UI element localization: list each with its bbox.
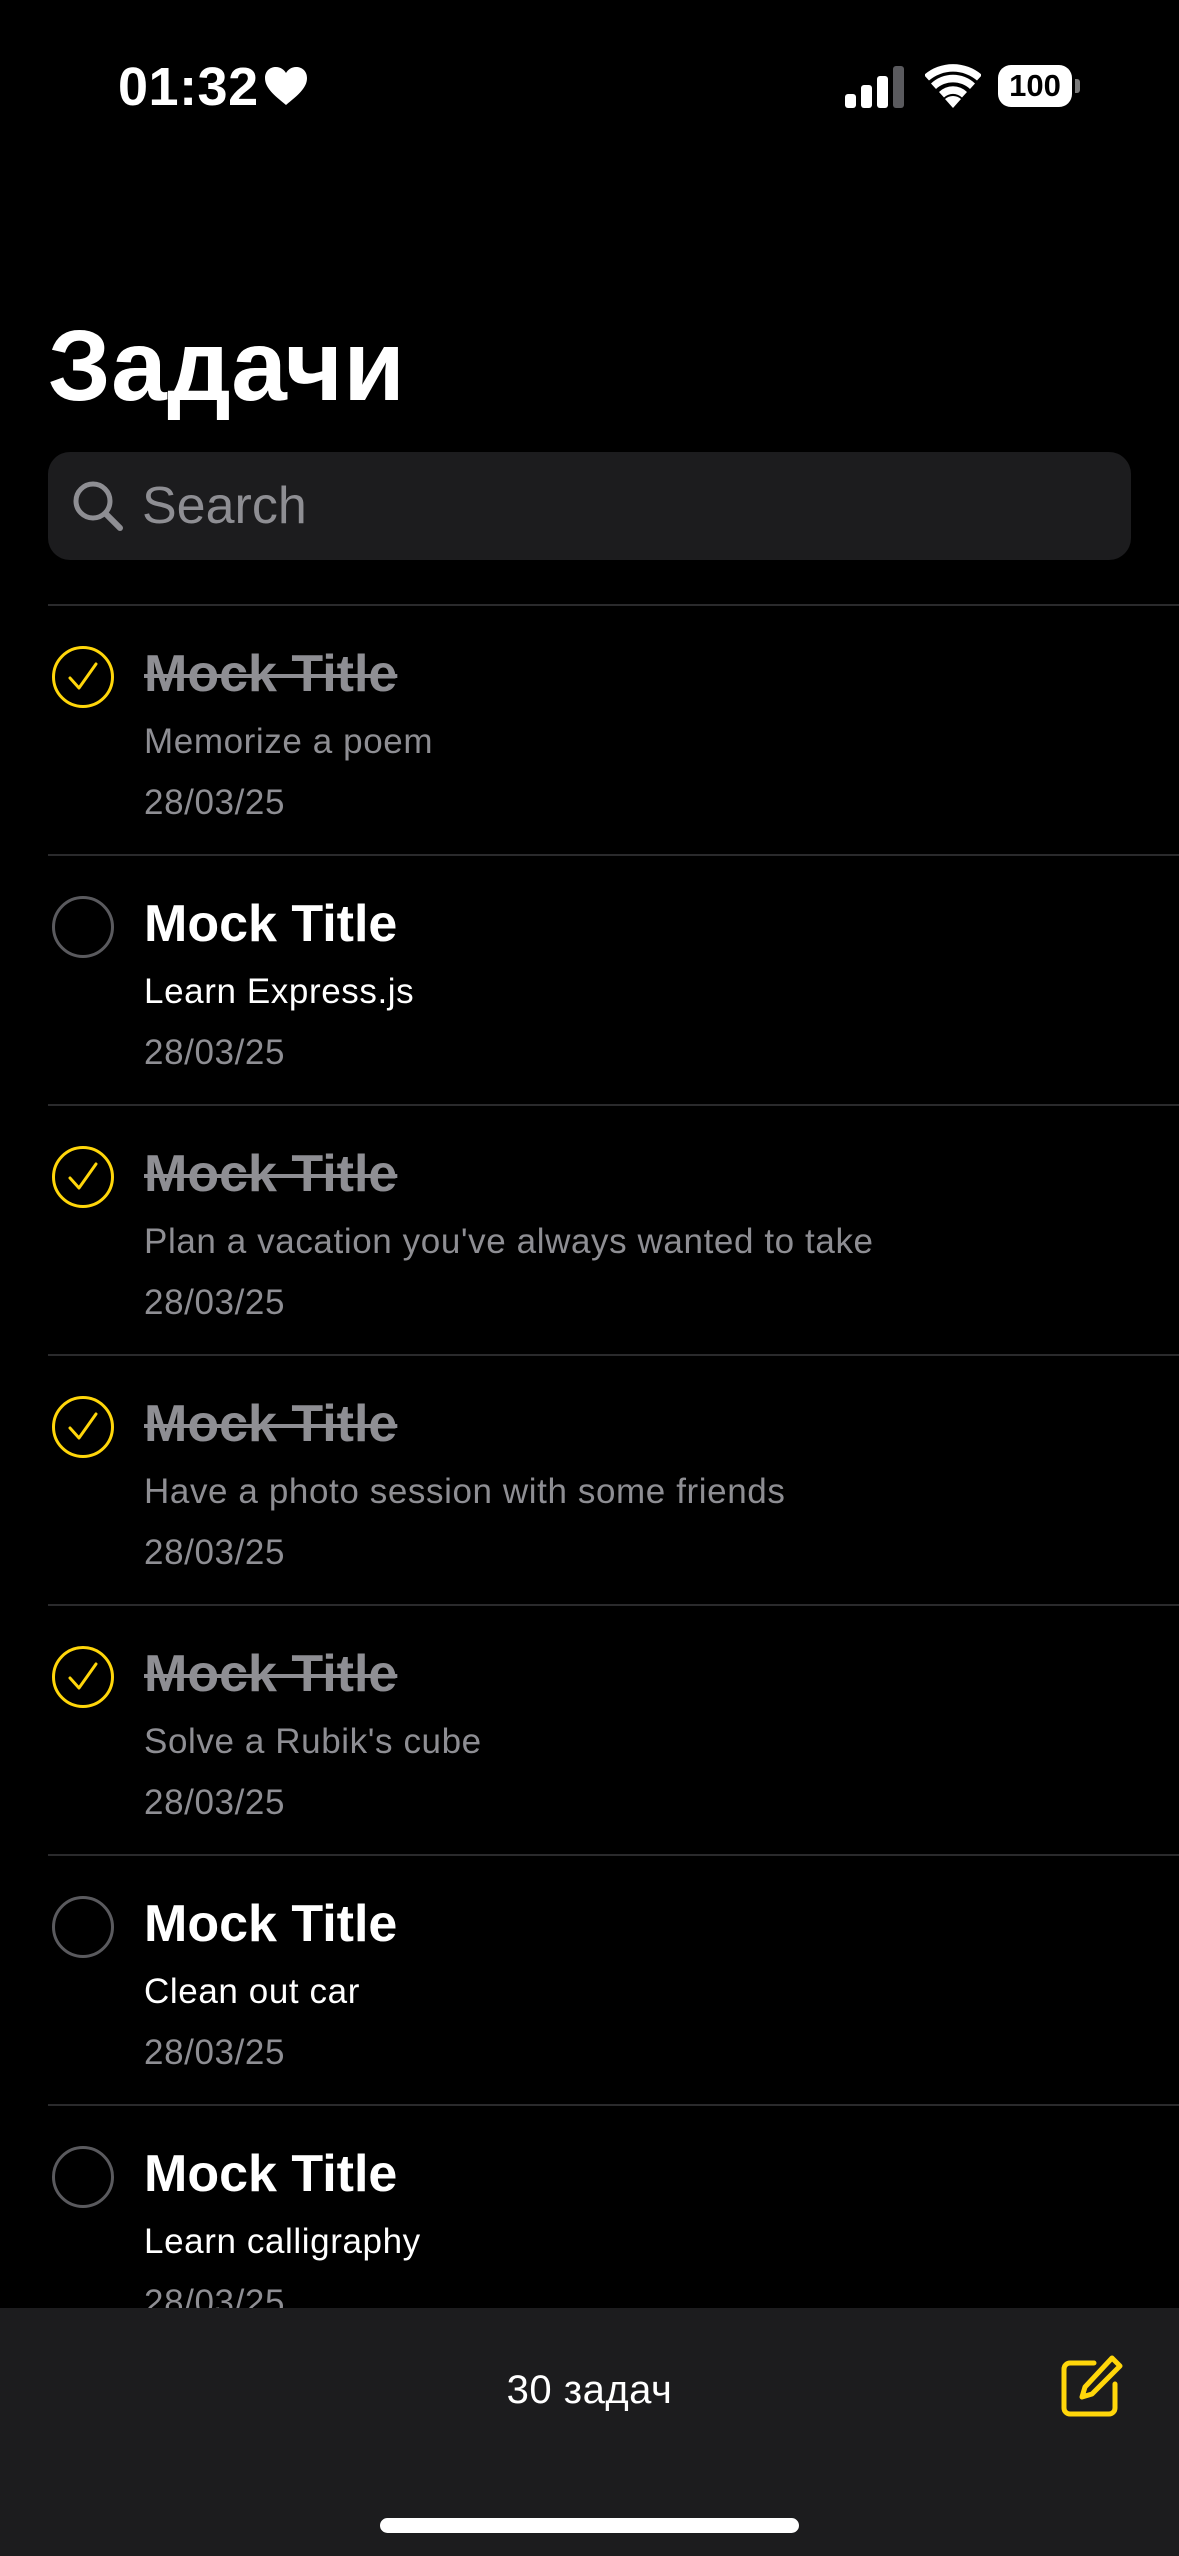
search-bar[interactable] [48,452,1131,560]
task-description: Memorize a poem [144,722,434,761]
task-title: Mock Title [144,1145,398,1203]
compose-icon[interactable] [1056,2352,1126,2422]
task-date: 28/03/25 [144,1033,286,1072]
task-checkbox[interactable] [52,1396,114,1458]
task-row[interactable]: Mock Title Clean out car 28/03/25 [48,1854,1179,2104]
status-bar: 01:32 100 [0,0,1179,175]
task-date: 28/03/25 [144,2033,286,2072]
task-count: 30 задач [506,2368,673,2412]
task-date: 28/03/25 [144,1533,286,1572]
task-row[interactable]: Mock Title Memorize a poem 28/03/25 [48,604,1179,854]
task-date: 28/03/25 [144,1283,286,1322]
task-row[interactable]: Mock Title Learn Express.js 28/03/25 [48,854,1179,1104]
page-title: Задачи [48,310,406,422]
task-date: 28/03/25 [144,2283,286,2308]
task-description: Have a photo session with some friends [144,1472,786,1511]
task-checkbox[interactable] [52,2146,114,2208]
checkmark-icon [68,1162,98,1190]
heart-icon [265,67,307,105]
cellular-signal-icon [845,66,904,108]
task-date: 28/03/25 [144,1783,286,1822]
task-checkbox[interactable] [52,1146,114,1208]
task-title: Mock Title [144,1645,398,1703]
bottom-toolbar: 30 задач [0,2308,1179,2556]
task-title: Mock Title [144,645,398,703]
task-checkbox[interactable] [52,1646,114,1708]
task-date: 28/03/25 [144,783,286,822]
task-list[interactable]: Mock Title Memorize a poem 28/03/25 Mock… [0,604,1179,2308]
task-checkbox[interactable] [52,646,114,708]
search-input[interactable] [142,452,1102,560]
task-row[interactable]: Mock Title Have a photo session with som… [48,1354,1179,1604]
battery-icon: 100 [998,65,1080,107]
battery-tip [1075,79,1080,93]
search-icon [73,481,123,531]
task-row[interactable]: Mock Title Solve a Rubik's cube 28/03/25 [48,1604,1179,1854]
task-title: Mock Title [144,2145,398,2203]
battery-level: 100 [998,65,1072,107]
task-description: Learn Express.js [144,972,415,1011]
task-description: Solve a Rubik's cube [144,1722,482,1761]
task-description: Plan a vacation you've always wanted to … [144,1222,874,1261]
status-time: 01:32 [118,57,259,117]
task-title: Mock Title [144,1895,398,1953]
task-title: Mock Title [144,1395,398,1453]
checkmark-icon [68,1412,98,1440]
task-row[interactable]: Mock Title Learn calligraphy 28/03/25 [48,2104,1179,2308]
task-title: Mock Title [144,895,398,953]
checkmark-icon [68,1662,98,1690]
task-checkbox[interactable] [52,896,114,958]
wifi-icon [925,64,981,108]
task-checkbox[interactable] [52,1896,114,1958]
task-row[interactable]: Mock Title Plan a vacation you've always… [48,1104,1179,1354]
home-indicator[interactable] [380,2518,799,2533]
task-description: Clean out car [144,1972,360,2011]
task-description: Learn calligraphy [144,2222,421,2261]
checkmark-icon [68,662,98,690]
